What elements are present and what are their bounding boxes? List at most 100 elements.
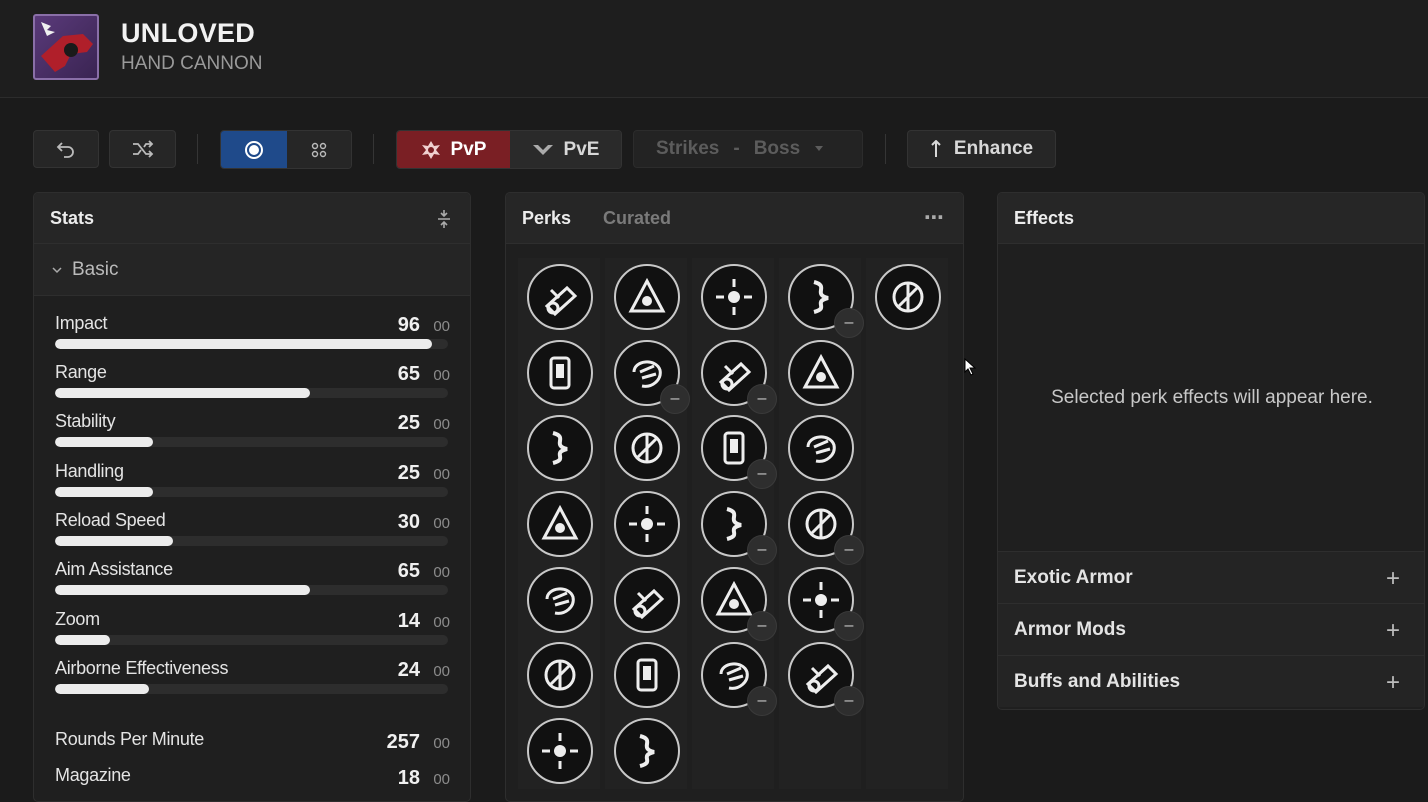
curated-tab[interactable]: Curated xyxy=(603,208,671,229)
armor-mods-section[interactable]: Armor Mods + xyxy=(998,603,1424,655)
activity-label: Strikes xyxy=(656,138,720,159)
plus-icon: + xyxy=(1385,669,1400,696)
pve-mode-button[interactable]: PvE xyxy=(509,131,621,168)
basic-section-toggle[interactable]: Basic xyxy=(34,244,470,296)
buffs-abilities-section[interactable]: Buffs and Abilities + xyxy=(998,655,1424,707)
stat-name: Range xyxy=(55,362,107,382)
pvp-mode-button[interactable]: PvP xyxy=(397,131,510,168)
stat-row: Zoom 14 00 xyxy=(55,609,450,649)
magazine-icon xyxy=(629,506,665,542)
perk-button[interactable] xyxy=(788,415,854,481)
perk-button[interactable] xyxy=(614,567,680,633)
trait-icon xyxy=(718,361,752,393)
remove-perk-button[interactable]: – xyxy=(747,384,777,414)
single-view-icon xyxy=(244,140,263,159)
remove-perk-button[interactable]: – xyxy=(660,384,690,414)
perk-button[interactable] xyxy=(527,264,593,330)
stat-bar-fill xyxy=(55,339,433,349)
undo-button[interactable] xyxy=(33,130,99,168)
stat-name: Handling xyxy=(55,461,124,481)
stat-bonus: 00 xyxy=(433,614,450,631)
barrel-icon xyxy=(544,285,578,317)
trait-icon xyxy=(715,580,753,616)
collapse-all-icon[interactable] xyxy=(436,209,452,229)
barrel-icon xyxy=(544,659,576,691)
crucible-icon xyxy=(421,140,440,159)
stat-bonus: 00 xyxy=(433,771,450,788)
chevron-down-icon xyxy=(52,266,62,273)
stat-bar-fill xyxy=(55,684,150,694)
stat-bar-fill xyxy=(55,585,311,595)
perk-button[interactable] xyxy=(614,642,680,708)
plus-icon: + xyxy=(1385,565,1400,592)
remove-perk-button[interactable]: – xyxy=(747,686,777,716)
barrel-icon xyxy=(549,356,571,390)
stat-name: Reload Speed xyxy=(55,510,166,530)
cursor-icon xyxy=(964,358,977,376)
perk-button[interactable] xyxy=(614,491,680,557)
grid-view-icon xyxy=(311,142,327,157)
vanguard-icon xyxy=(532,144,553,155)
remove-perk-button[interactable]: – xyxy=(834,686,864,716)
more-icon[interactable]: ⋯ xyxy=(924,205,945,230)
perk-button[interactable] xyxy=(875,264,941,330)
magazine-icon xyxy=(639,734,655,768)
perk-button[interactable] xyxy=(788,340,854,406)
difficulty-label: Boss xyxy=(753,138,801,159)
perk-button[interactable] xyxy=(527,415,593,481)
stat-name: Rounds Per Minute xyxy=(55,729,204,749)
enhance-button[interactable]: Enhance xyxy=(907,130,1056,168)
perks-tab[interactable]: Perks xyxy=(522,208,571,229)
stat-row: Magazine 18 00 xyxy=(55,765,450,789)
stat-name: Magazine xyxy=(55,765,131,785)
stat-value: 18 xyxy=(397,767,420,789)
perk-button[interactable] xyxy=(527,567,593,633)
exotic-armor-section[interactable]: Exotic Armor + xyxy=(998,551,1424,603)
perks-header: Perks Curated ⋯ xyxy=(506,193,963,244)
stat-bar-fill xyxy=(55,437,154,447)
perk-button[interactable] xyxy=(614,415,680,481)
armor-mods-label: Armor Mods xyxy=(1014,618,1126,640)
grid-view-button[interactable] xyxy=(286,131,351,168)
remove-perk-button[interactable]: – xyxy=(834,611,864,641)
perk-button[interactable] xyxy=(527,491,593,557)
weapon-name: UNLOVED xyxy=(121,18,256,48)
trait-icon xyxy=(813,280,829,314)
single-view-button[interactable] xyxy=(221,131,287,168)
stat-row: Handling 25 00 xyxy=(55,461,450,501)
stat-bonus: 00 xyxy=(433,735,450,752)
stat-bar xyxy=(55,437,448,447)
stat-bar-fill xyxy=(55,536,173,546)
trait-icon xyxy=(723,431,745,465)
stat-row: Aim Assistance 65 00 xyxy=(55,559,450,599)
undo-icon xyxy=(56,142,74,158)
stat-row: Rounds Per Minute 257 00 xyxy=(55,729,450,753)
stat-bonus: 00 xyxy=(433,663,450,680)
perk-button[interactable] xyxy=(701,264,767,330)
remove-perk-button[interactable]: – xyxy=(747,611,777,641)
effects-title: Effects xyxy=(1014,207,1075,228)
activity-separator: - xyxy=(733,138,740,159)
section-label: Basic xyxy=(72,258,119,280)
remove-perk-button[interactable]: – xyxy=(747,535,777,565)
randomize-button[interactable] xyxy=(109,130,176,168)
trait-icon xyxy=(719,662,749,690)
perk-button[interactable] xyxy=(614,718,680,784)
stat-value: 24 xyxy=(397,659,420,681)
stats-title: Stats xyxy=(50,207,95,228)
view-toggle xyxy=(220,130,352,169)
remove-perk-button[interactable]: – xyxy=(747,459,777,489)
activity-dropdown[interactable]: Strikes - Boss xyxy=(633,130,863,168)
perk-button[interactable] xyxy=(527,340,593,406)
chevron-down-icon xyxy=(815,146,824,151)
shuffle-icon xyxy=(132,140,153,158)
perk-button[interactable] xyxy=(527,718,593,784)
perk-button[interactable] xyxy=(527,642,593,708)
stat-name: Aim Assistance xyxy=(55,559,173,579)
pvp-label: PvP xyxy=(450,138,487,160)
perk-button[interactable] xyxy=(614,264,680,330)
stat-bonus: 00 xyxy=(433,564,450,581)
toolbar-divider xyxy=(373,134,374,164)
remove-perk-button[interactable]: – xyxy=(834,308,864,338)
remove-perk-button[interactable]: – xyxy=(834,535,864,565)
